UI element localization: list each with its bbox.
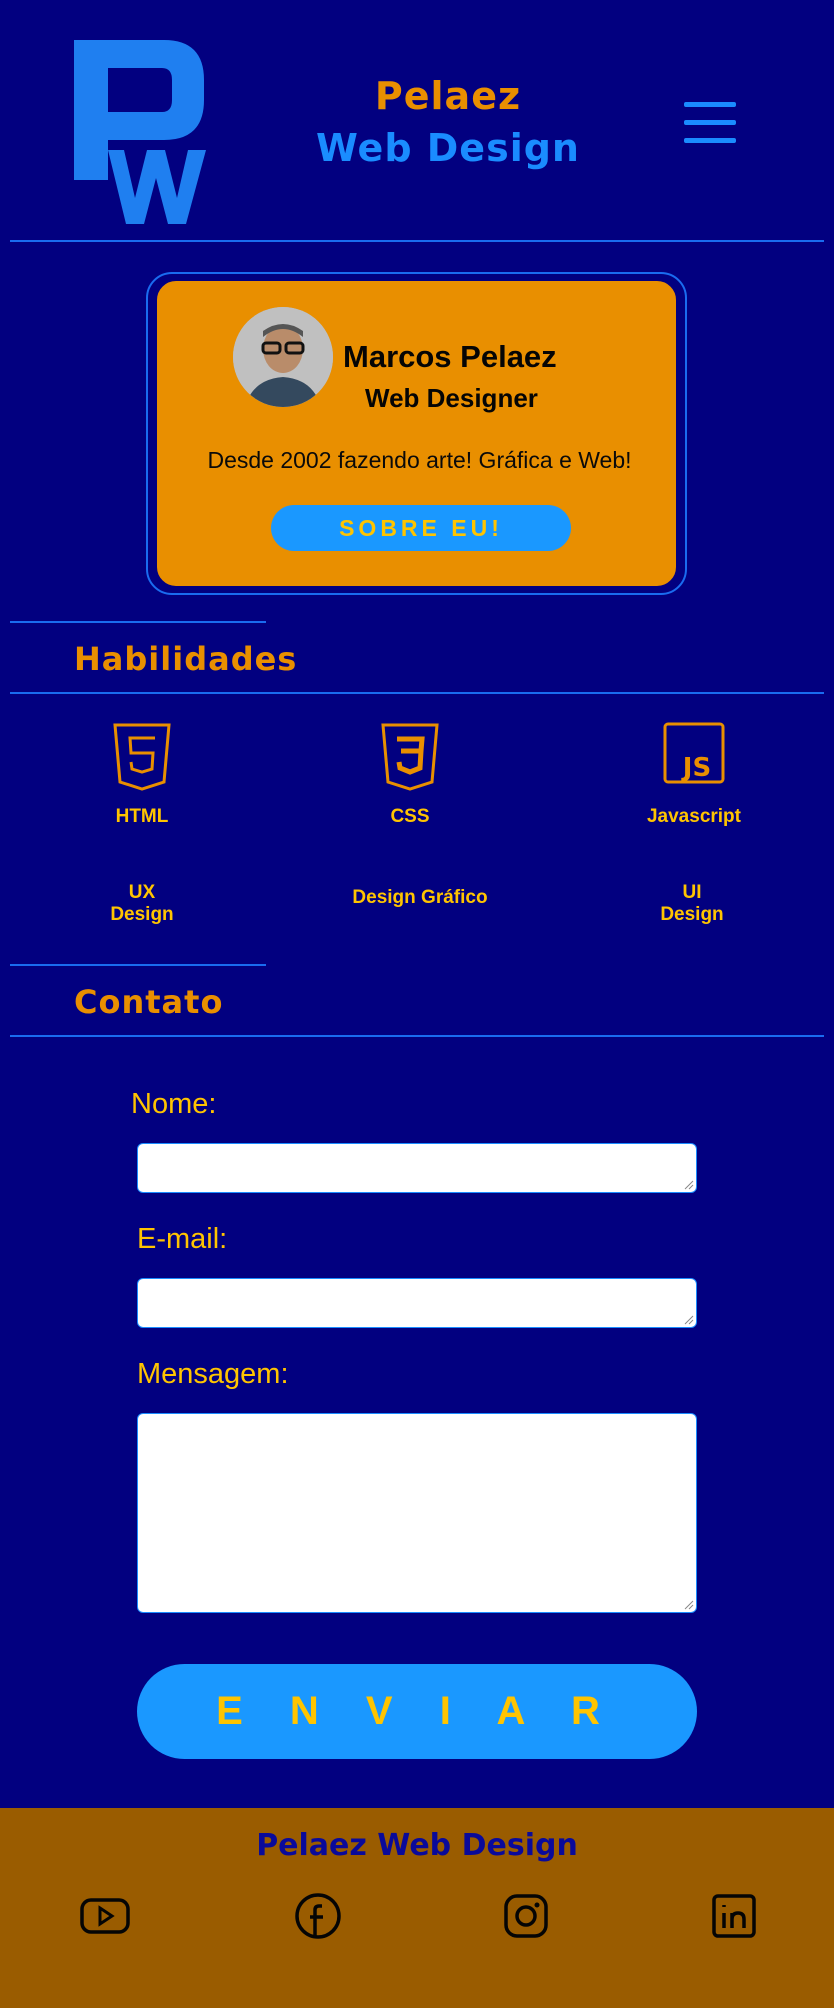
- skills-divider-short: [10, 621, 266, 623]
- skills-divider: [10, 692, 824, 694]
- contact-divider-short: [10, 964, 266, 966]
- skill-ui-design: UI Design: [660, 882, 724, 925]
- about-me-button[interactable]: SOBRE EU!: [271, 505, 571, 551]
- skill-html: HTML: [92, 722, 192, 828]
- contact-title: Contato: [74, 983, 224, 1021]
- hamburger-menu-icon[interactable]: [684, 102, 736, 144]
- skill-label: HTML: [115, 806, 169, 827]
- avatar: [233, 307, 333, 407]
- header-divider: [10, 240, 824, 242]
- profile-name: Marcos Pelaez: [343, 339, 557, 374]
- css3-icon: [381, 723, 439, 791]
- skill-label: Javascript: [646, 806, 741, 827]
- youtube-icon[interactable]: [79, 1890, 131, 1942]
- js-icon: JS: [663, 722, 725, 784]
- profile-role: Web Designer: [365, 383, 538, 413]
- skill-graphic-design: Design Gráfico: [352, 887, 488, 908]
- email-field[interactable]: [137, 1278, 697, 1328]
- pw-logo[interactable]: [64, 28, 218, 228]
- name-label: Nome:: [131, 1088, 217, 1120]
- send-button[interactable]: E N V I A R: [137, 1664, 697, 1759]
- instagram-icon[interactable]: [500, 1890, 552, 1942]
- skill-javascript: JS Javascript: [634, 722, 754, 828]
- skills-title: Habilidades: [74, 640, 298, 678]
- linkedin-icon[interactable]: [708, 1890, 760, 1942]
- footer-brand: Pelaez Web Design: [256, 1828, 578, 1863]
- skill-label: CSS: [390, 806, 430, 827]
- brand-title: Pelaez Web Design: [300, 70, 596, 174]
- profile-description: Desde 2002 fazendo arte! Gráfica e Web!: [207, 447, 632, 473]
- name-field[interactable]: [137, 1143, 697, 1193]
- html5-icon: [113, 723, 171, 791]
- facebook-icon[interactable]: [292, 1890, 344, 1942]
- message-label: Mensagem:: [137, 1358, 289, 1390]
- profile-card-frame: Marcos Pelaez Web Designer Desde 2002 fa…: [146, 272, 687, 595]
- site-header: Pelaez Web Design: [0, 0, 834, 242]
- svg-text:JS: JS: [681, 753, 711, 783]
- brand-line-2: Web Design: [316, 126, 580, 170]
- contact-divider: [10, 1035, 824, 1037]
- email-label: E-mail:: [137, 1223, 228, 1255]
- message-field[interactable]: [137, 1413, 697, 1613]
- skill-css: CSS: [360, 722, 460, 828]
- skill-ux-design: UX Design: [110, 882, 174, 925]
- brand-line-1: Pelaez: [374, 74, 522, 118]
- site-footer: Pelaez Web Design: [0, 1808, 834, 2008]
- profile-card: Marcos Pelaez Web Designer Desde 2002 fa…: [154, 278, 679, 589]
